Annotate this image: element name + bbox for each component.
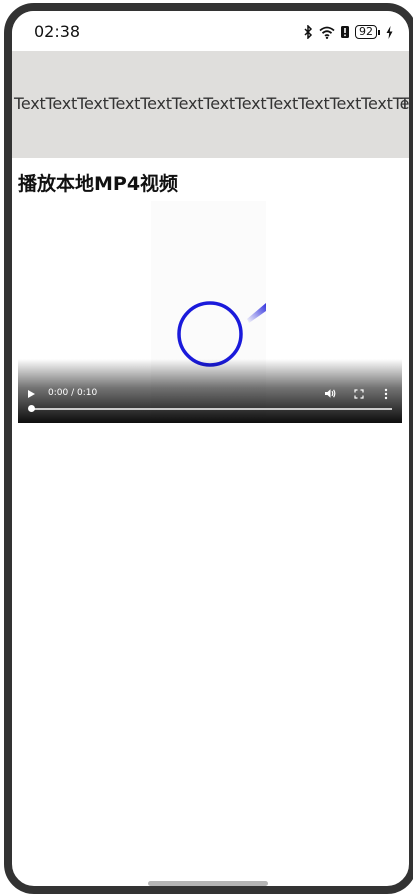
progress-track[interactable] [32, 408, 392, 410]
marquee-banner: TextTextTextTextTextTextTextTextTextText… [12, 51, 409, 158]
video-content-graphic [177, 301, 266, 367]
bluetooth-icon [304, 25, 313, 39]
status-bar: 02:38 92 [12, 11, 409, 51]
battery-icon: 92 [355, 25, 380, 39]
play-icon[interactable] [26, 389, 36, 399]
volume-icon[interactable] [324, 388, 336, 399]
battery-tip [378, 29, 380, 35]
progress-thumb[interactable] [28, 405, 35, 412]
charging-icon [386, 25, 393, 39]
alert-icon [341, 26, 349, 38]
page-title: 播放本地MP4视频 [18, 173, 179, 195]
video-time: 0:00 / 0:10 [48, 388, 98, 398]
wifi-icon [319, 26, 335, 39]
status-time: 02:38 [34, 22, 81, 41]
video-controls: 0:00 / 0:10 [18, 359, 402, 423]
home-indicator[interactable] [148, 881, 268, 886]
marquee-text: TextTextTextTextTextTextTextTextTextText… [14, 94, 409, 113]
marquee-text-next: T [400, 94, 409, 113]
status-icons: 92 [304, 24, 393, 40]
fullscreen-icon[interactable] [354, 389, 364, 399]
video-player[interactable]: 0:00 / 0:10 [18, 201, 402, 423]
more-vert-icon[interactable] [384, 388, 388, 400]
battery-level: 92 [355, 25, 377, 39]
phone-frame: 02:38 92 TextTextTextTextTextTextTextTex… [4, 3, 413, 894]
